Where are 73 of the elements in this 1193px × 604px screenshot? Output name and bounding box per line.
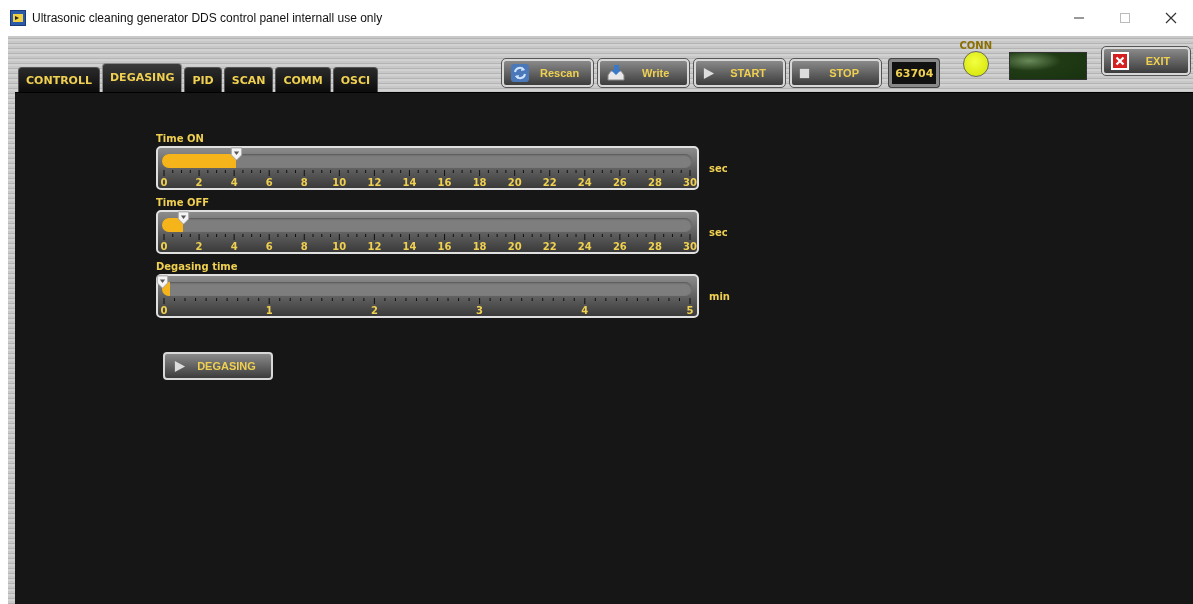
tick-label: 20	[507, 177, 522, 189]
tick-label: 26	[612, 241, 627, 253]
tick-label: 16	[437, 241, 452, 253]
tick-label: 2	[195, 241, 203, 253]
stop-icon	[798, 66, 812, 80]
slider-label: Degasing time	[156, 261, 239, 272]
slider[interactable]: 0 2 4 6 8 10 12 14 16 18 20 22 24 26 28 30	[156, 146, 699, 190]
app-icon	[10, 10, 26, 26]
connection-label: CONN	[959, 40, 992, 51]
tick-label: 16	[437, 177, 452, 189]
tick-label: 24	[577, 177, 592, 189]
tick-label: 3	[476, 305, 484, 317]
tick-label: 4	[581, 305, 589, 317]
toolbar-button[interactable]: START	[694, 59, 786, 87]
slider[interactable]: 0 1 2 3 4 5	[156, 274, 699, 318]
slider-thumb[interactable]	[156, 275, 169, 289]
slider-thumb[interactable]	[177, 211, 191, 225]
slider[interactable]: 0 2 4 6 8 10 12 14 16 18 20 22 24 26 28 30	[156, 210, 699, 254]
slider-label: Time OFF	[156, 197, 211, 208]
tick-label: 0	[160, 305, 168, 317]
tick-label: 12	[367, 177, 382, 189]
tick-label: 8	[300, 177, 308, 189]
close-box-icon	[1110, 51, 1130, 71]
tick-label: 28	[647, 177, 662, 189]
tick-label: 22	[542, 241, 557, 253]
counter-display: 63704	[888, 58, 941, 88]
tab[interactable]: COMM	[275, 67, 331, 92]
tick-label: 30	[683, 177, 697, 189]
tick-label: 12	[367, 241, 382, 253]
tick-label: 24	[577, 241, 592, 253]
tick-label: 26	[612, 177, 627, 189]
play-icon	[173, 359, 186, 373]
tick-label: 18	[472, 177, 487, 189]
tick-label: 18	[472, 241, 487, 253]
unit-label: min	[709, 290, 730, 302]
tick-label: 30	[683, 241, 697, 253]
exit-button[interactable]: EXIT	[1102, 47, 1190, 75]
tick-label: 28	[647, 241, 662, 253]
unit-label: sec	[709, 162, 728, 174]
toolbar-button[interactable]: Write	[598, 59, 690, 87]
tick-label: 20	[507, 241, 522, 253]
slider-label: Time ON	[156, 133, 205, 144]
tray-arrow-icon	[606, 63, 627, 83]
tick-label: 10	[332, 241, 347, 253]
tick-label: 14	[402, 177, 417, 189]
unit-label: sec	[709, 226, 728, 238]
tick-label: 2	[195, 177, 203, 189]
tab[interactable]: CONTROLL	[18, 67, 100, 92]
tick-label: 6	[265, 177, 273, 189]
tab[interactable]: PID	[184, 67, 222, 92]
tick-label: 10	[332, 177, 347, 189]
slider-thumb[interactable]	[230, 147, 244, 161]
tick-label: 14	[402, 241, 417, 253]
tab[interactable]: SCAN	[223, 67, 274, 92]
tab[interactable]: OSCI	[332, 67, 379, 92]
tab[interactable]: DEGASING	[102, 63, 183, 92]
tick-label: 4	[230, 177, 238, 189]
close-icon[interactable]	[1165, 12, 1177, 24]
tick-label: 0	[160, 241, 168, 253]
tick-label: 8	[300, 241, 308, 253]
play-icon	[702, 66, 716, 80]
tick-label: 22	[542, 177, 557, 189]
tick-label: 4	[230, 241, 238, 253]
tick-label: 5	[686, 305, 694, 317]
degasing-button[interactable]: DEGASING	[163, 352, 273, 380]
tick-label: 1	[265, 305, 273, 317]
tick-label: 0	[160, 177, 168, 189]
window-title: Ultrasonic cleaning generator DDS control panel internall use only	[32, 11, 383, 25]
toolbar-button[interactable]: STOP	[790, 59, 882, 87]
toolbar-button[interactable]: Rescan	[502, 59, 594, 87]
tick-label: 2	[370, 305, 378, 317]
tick-label: 6	[265, 241, 273, 253]
refresh-icon	[510, 63, 531, 83]
